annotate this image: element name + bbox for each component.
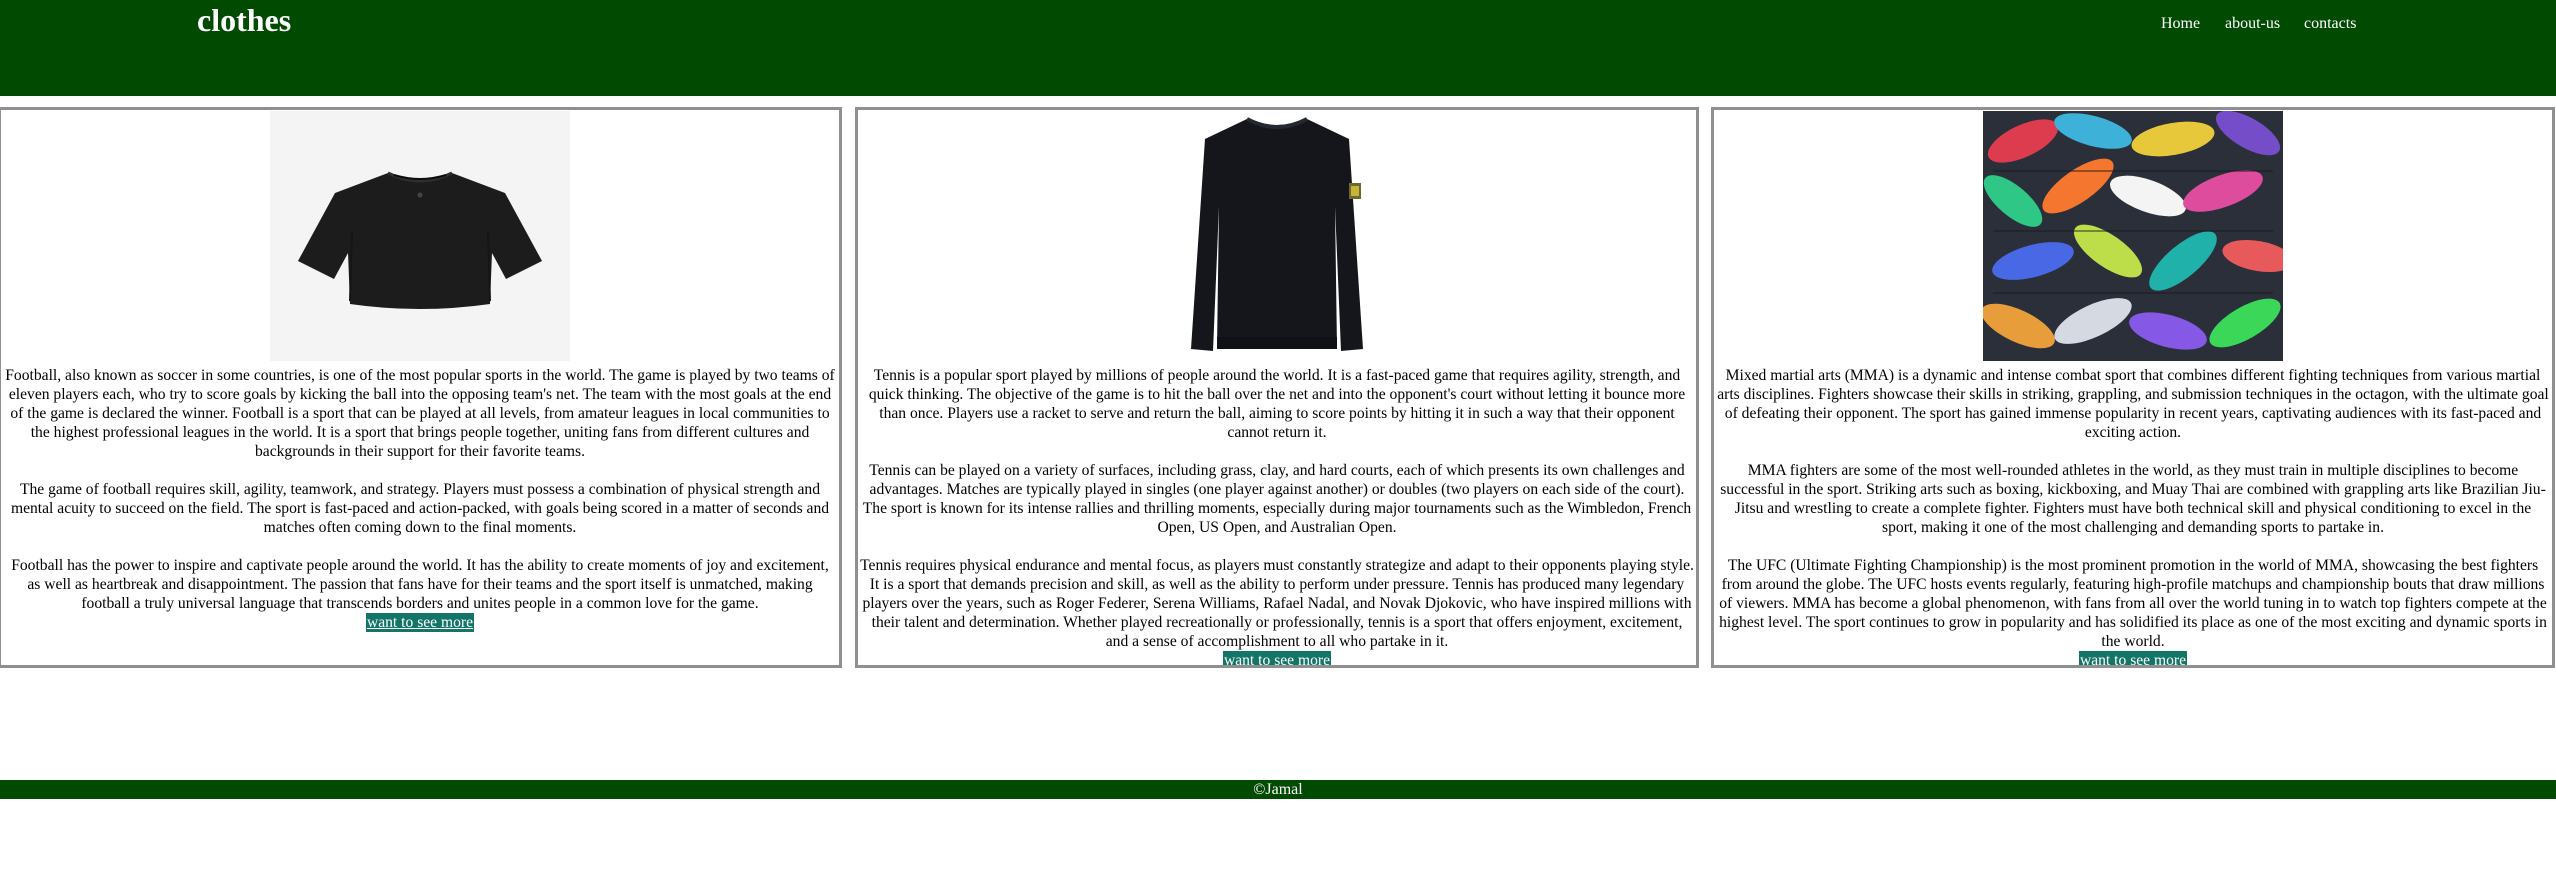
nav-about-us-link[interactable]: about-us — [2225, 15, 2280, 33]
black-sweater-image — [1127, 111, 1427, 361]
product-card-football: Football, also known as soccer in some c… — [0, 107, 842, 668]
sweater-illustration — [1127, 111, 1427, 361]
site-footer: ©Jamal — [0, 780, 2556, 799]
card-paragraph: Tennis can be played on a variety of sur… — [862, 462, 1692, 536]
nav-home-link[interactable]: Home — [2161, 15, 2200, 33]
want-to-see-more-button[interactable]: want to see more — [2078, 651, 2188, 665]
sneakers-pile-image — [1983, 111, 2283, 361]
card-paragraph: The UFC (Ultimate Fighting Championship)… — [1719, 557, 2547, 650]
card-paragraph: MMA fighters are some of the most well-r… — [1720, 462, 2546, 536]
card-paragraph: The game of football requires skill, agi… — [10, 481, 830, 536]
sneakers-illustration — [1983, 111, 2283, 361]
product-card-mma: Mixed martial arts (MMA) is a dynamic an… — [1711, 107, 2555, 668]
want-to-see-more-button[interactable]: want to see more — [1222, 651, 1332, 665]
card-paragraph: Football has the power to inspire and ca… — [11, 557, 829, 612]
product-card-tennis: Tennis is a popular sport played by mill… — [855, 107, 1699, 668]
site-header: clothes Home about-us contacts — [0, 0, 2556, 96]
want-to-see-more-button[interactable]: want to see more — [365, 613, 475, 632]
tshirt-illustration — [270, 111, 570, 361]
nav-contacts-link[interactable]: contacts — [2304, 15, 2356, 33]
card-paragraph: Tennis requires physical endurance and m… — [860, 557, 1694, 650]
black-tshirt-image — [270, 111, 570, 361]
card-paragraph: Mixed martial arts (MMA) is a dynamic an… — [1717, 367, 2549, 441]
card-text: Mixed martial arts (MMA) is a dynamic an… — [1716, 366, 2550, 665]
card-paragraph: Tennis is a popular sport played by mill… — [868, 367, 1686, 441]
card-paragraph: Football, also known as soccer in some c… — [5, 367, 835, 460]
card-text: Tennis is a popular sport played by mill… — [860, 366, 1694, 665]
card-text: Football, also known as soccer in some c… — [3, 366, 837, 632]
copyright-text: ©Jamal — [1253, 781, 1303, 798]
brand-logo[interactable]: clothes — [197, 2, 291, 39]
